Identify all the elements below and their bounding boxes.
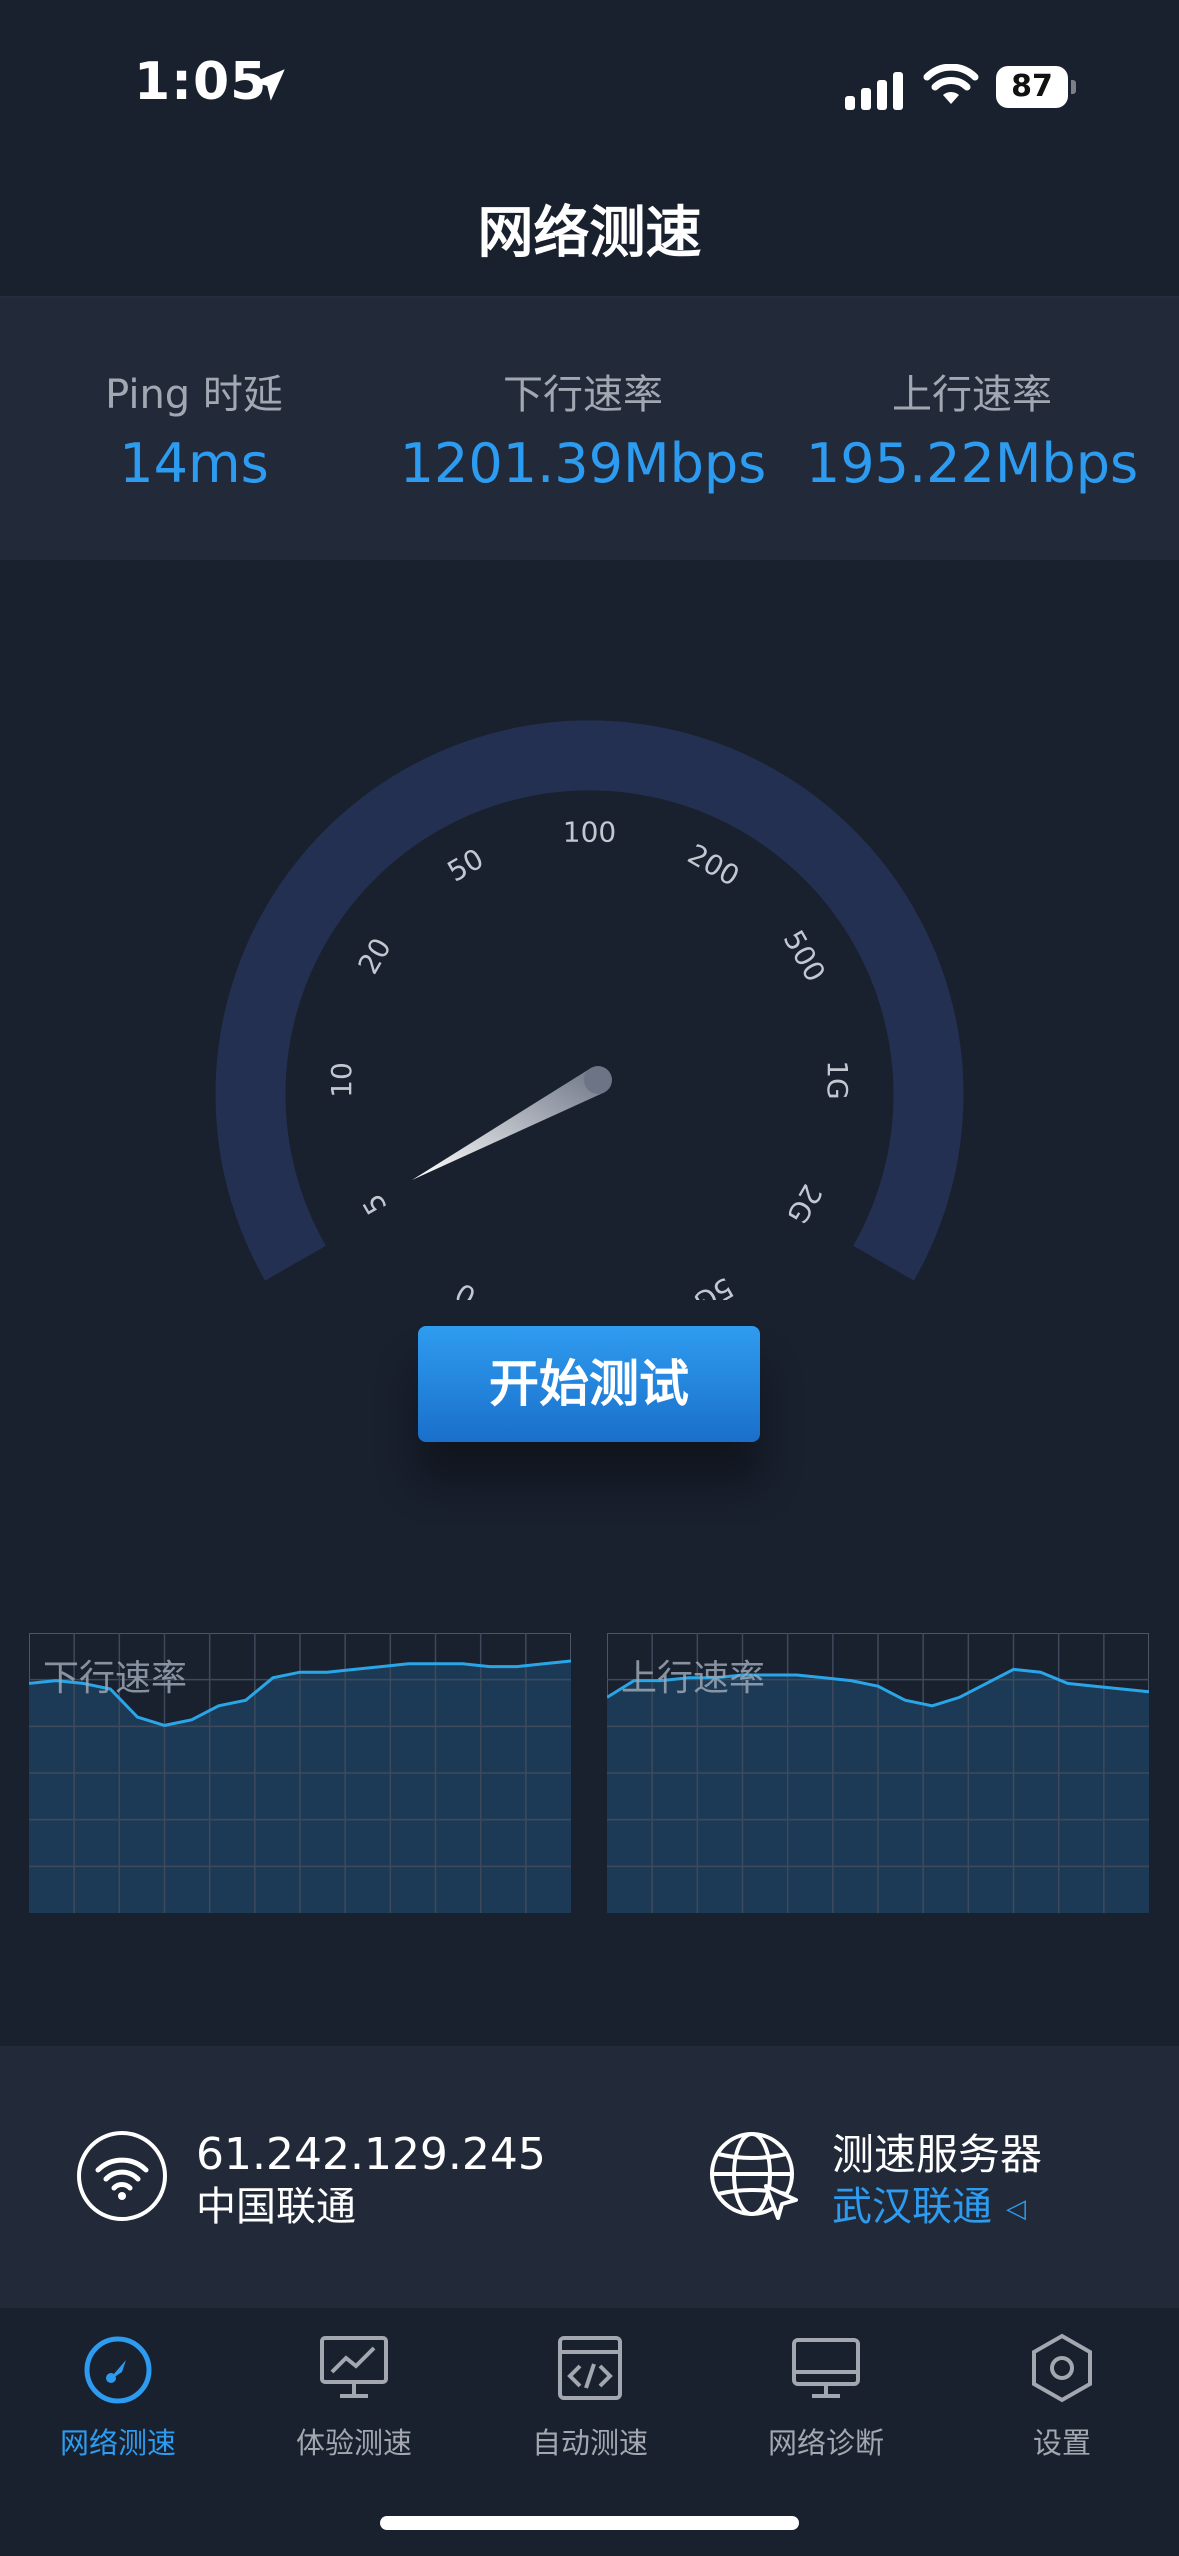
speedometer-icon (84, 2336, 152, 2404)
chart-monitor-icon (320, 2336, 388, 2398)
download-label: 下行速率 (503, 372, 663, 418)
upload-chart-label: 上行速率 (621, 1658, 766, 1699)
tab-label: 设置 (1032, 2426, 1091, 2460)
battery-level: 87 (1011, 69, 1053, 104)
start-test-button[interactable]: 开始测试 (418, 1326, 760, 1442)
speed-gauge: 0 5 10 20 50 100 200 500 1G 2G 5G (215, 720, 964, 1301)
gauge-scale-label: 500 (777, 925, 832, 988)
network-info-bar: 61.242.129.245 中国联通 测速服务器 武汉联通 ◁ (0, 2046, 1179, 2308)
cellular-signal-icon (845, 72, 903, 110)
upload-metric: 上行速率 195.22Mbps (782, 362, 1162, 495)
ping-metric: Ping 时延 14ms (4, 362, 384, 495)
gauge-scale-label: 0 (450, 1276, 482, 1300)
tab-label: 体验测速 (295, 2426, 412, 2460)
gauge-scale-label: 5G (688, 1271, 739, 1300)
download-metric: 下行速率 1201.39Mbps (393, 362, 773, 495)
tab-auto-test[interactable]: 自动测速 (472, 2308, 708, 2488)
caret-left-icon: ◁ (1006, 2194, 1026, 2224)
download-chart: 下行速率 (29, 1633, 571, 1913)
download-value: 1201.39Mbps (399, 432, 767, 495)
gauge-needle (412, 1067, 605, 1180)
tab-experience-test[interactable]: 体验测速 (236, 2308, 472, 2488)
ip-address: 61.242.129.245 (196, 2129, 546, 2180)
gauge-scale-label: 2G (780, 1179, 828, 1230)
gauge-scale-label: 20 (352, 932, 398, 979)
wifi-status-icon (923, 64, 979, 104)
page-title: 网络测速 (477, 201, 702, 266)
tab-label: 网络诊断 (767, 2426, 884, 2460)
download-chart-label: 下行速率 (43, 1658, 188, 1699)
location-arrow-icon (253, 69, 285, 101)
ping-label: Ping 时延 (105, 372, 283, 418)
status-bar: 1:05 87 (0, 0, 1179, 150)
metrics-panel: Ping 时延 14ms 下行速率 1201.39Mbps 上行速率 195.2… (0, 296, 1179, 560)
server-selector[interactable]: 武汉联通 ◁ (832, 2180, 1026, 2236)
globe-cursor-icon (710, 2132, 798, 2220)
tab-label: 自动测速 (531, 2426, 648, 2460)
home-indicator[interactable] (380, 2516, 799, 2530)
battery-tip (1071, 80, 1076, 94)
code-window-icon (558, 2336, 622, 2400)
gauge-scale-label: 50 (442, 842, 489, 888)
gauge-scale-label: 200 (682, 838, 745, 893)
upload-chart: 上行速率 (607, 1633, 1149, 1913)
server-title: 测速服务器 (832, 2130, 1043, 2179)
battery-indicator: 87 (996, 66, 1076, 108)
wifi-network-icon (77, 2131, 167, 2221)
server-name: 武汉联通 (832, 2184, 992, 2230)
gauge-needle-hub (584, 1066, 612, 1094)
isp-name: 中国联通 (196, 2184, 356, 2230)
gauge-scale-label: 1G (821, 1060, 854, 1100)
ping-value: 14ms (119, 432, 269, 495)
gauge-scale-label: 100 (563, 816, 616, 849)
gauge-scale-labels: 0 5 10 20 50 100 200 500 1G 2G 5G (325, 816, 854, 1301)
battery-body: 87 (996, 66, 1068, 108)
hexagon-settings-icon (1032, 2333, 1092, 2403)
upload-label: 上行速率 (892, 372, 1052, 418)
tab-speed-test[interactable]: 网络测速 (0, 2308, 236, 2488)
gauge-scale-label: 10 (325, 1062, 358, 1098)
gauge-scale-label: 5 (356, 1188, 393, 1220)
tab-diagnosis[interactable]: 网络诊断 (708, 2308, 944, 2488)
tab-settings[interactable]: 设置 (944, 2308, 1179, 2488)
monitor-icon (792, 2338, 860, 2398)
upload-value: 195.22Mbps (805, 432, 1139, 495)
tab-label: 网络测速 (59, 2426, 176, 2460)
